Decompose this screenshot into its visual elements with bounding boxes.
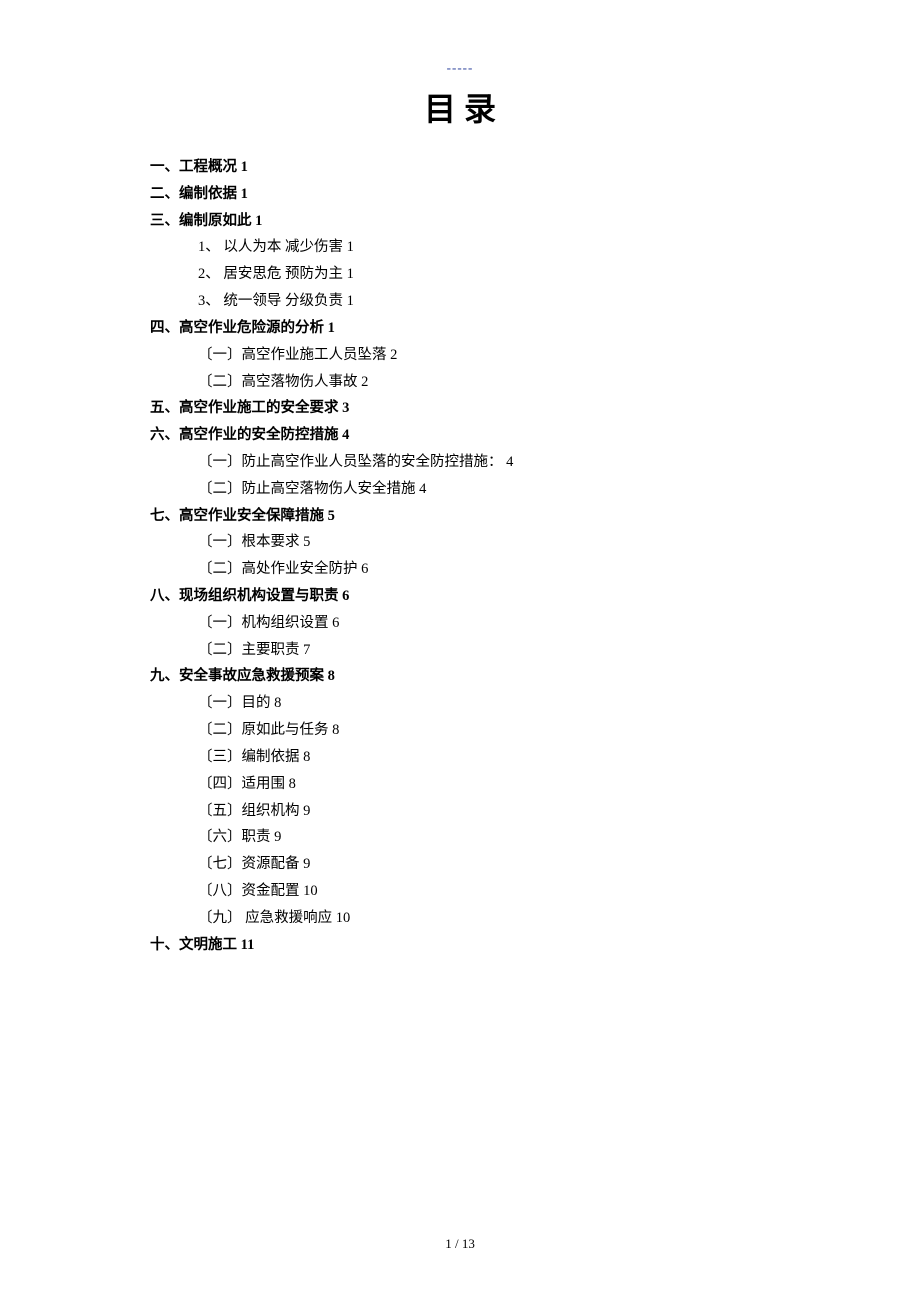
- table-of-contents: 一、工程概况 1二、编制依据 1三、编制原如此 11、 以人为本 减少伤害 12…: [150, 154, 770, 958]
- document-title: 目 录: [150, 84, 770, 130]
- toc-entry: 一、工程概况 1: [150, 154, 770, 181]
- toc-entry-page: 1: [343, 293, 354, 309]
- toc-entry-page: 3: [339, 400, 350, 416]
- toc-entry-text: 二、编制依据: [150, 186, 237, 202]
- toc-entry: 十、文明施工 11: [150, 932, 770, 959]
- toc-entry-text: 〔六〕职责: [198, 829, 271, 845]
- toc-entry: 三、编制原如此 1: [150, 208, 770, 235]
- toc-entry: 〔一〕目的 8: [198, 690, 770, 717]
- toc-entry-page: 5: [300, 534, 311, 550]
- toc-entry: 四、高空作业危险源的分析 1: [150, 315, 770, 342]
- toc-entry-text: 一、工程概况: [150, 159, 237, 175]
- toc-entry-page: 9: [300, 803, 311, 819]
- toc-entry: 六、高空作业的安全防控措施 4: [150, 422, 770, 449]
- toc-entry-page: 4: [416, 481, 427, 497]
- toc-entry-page: 11: [237, 937, 254, 953]
- toc-entry-page: 4: [339, 427, 350, 443]
- toc-entry-page: 8: [300, 749, 311, 765]
- toc-entry-page: 6: [329, 615, 340, 631]
- toc-entry-text: 五、高空作业施工的安全要求: [150, 400, 339, 416]
- toc-entry: 2、 居安思危 预防为主 1: [198, 261, 770, 288]
- toc-entry-text: 〔八〕资金配置: [198, 883, 300, 899]
- toc-entry: 〔一〕机构组织设置 6: [198, 610, 770, 637]
- toc-entry-text: 七、高空作业安全保障措施: [150, 508, 324, 524]
- toc-entry-text: 〔五〕组织机构: [198, 803, 300, 819]
- toc-entry-page: 10: [300, 883, 318, 899]
- toc-entry-text: 十、文明施工: [150, 937, 237, 953]
- header-dash: -----: [150, 60, 770, 76]
- toc-entry: 3、 统一领导 分级负责 1: [198, 288, 770, 315]
- toc-entry-page: 6: [339, 588, 350, 604]
- toc-entry-text: 1、 以人为本 减少伤害: [198, 239, 343, 255]
- toc-entry-text: 九、安全事故应急救援预案: [150, 668, 324, 684]
- toc-entry-text: 〔一〕目的: [198, 695, 271, 711]
- toc-entry: 二、编制依据 1: [150, 181, 770, 208]
- document-page: ----- 目 录 一、工程概况 1二、编制依据 1三、编制原如此 11、 以人…: [0, 0, 920, 958]
- toc-entry: 〔二〕防止高空落物伤人安全措施 4: [198, 476, 770, 503]
- toc-entry: 〔一〕高空作业施工人员坠落 2: [198, 342, 770, 369]
- page-total: 13: [462, 1236, 475, 1251]
- toc-entry: 〔四〕适用围 8: [198, 771, 770, 798]
- toc-entry-text: 〔九〕 应急救援响应: [198, 910, 332, 926]
- toc-entry-page: 10: [332, 910, 350, 926]
- toc-entry-page: 2: [387, 347, 398, 363]
- toc-entry: 五、高空作业施工的安全要求 3: [150, 395, 770, 422]
- toc-entry: 〔一〕根本要求 5: [198, 529, 770, 556]
- toc-entry-page: 1: [237, 159, 248, 175]
- toc-entry-page: 9: [300, 856, 311, 872]
- toc-entry-page: 1: [343, 266, 354, 282]
- toc-entry-text: 〔二〕防止高空落物伤人安全措施: [198, 481, 416, 497]
- toc-entry-text: 八、现场组织机构设置与职责: [150, 588, 339, 604]
- toc-entry-text: 〔一〕防止高空作业人员坠落的安全防控措施：: [198, 454, 503, 470]
- toc-entry: 〔二〕高处作业安全防护 6: [198, 556, 770, 583]
- toc-entry-text: 3、 统一领导 分级负责: [198, 293, 343, 309]
- toc-entry-text: 〔一〕根本要求: [198, 534, 300, 550]
- toc-entry: 〔六〕职责 9: [198, 824, 770, 851]
- toc-entry-text: 〔四〕适用围: [198, 776, 285, 792]
- toc-entry: 九、安全事故应急救援预案 8: [150, 663, 770, 690]
- toc-entry-text: 〔二〕高处作业安全防护: [198, 561, 358, 577]
- toc-entry-text: 三、编制原如此: [150, 213, 252, 229]
- toc-entry-text: 〔七〕资源配备: [198, 856, 300, 872]
- toc-entry: 〔五〕组织机构 9: [198, 798, 770, 825]
- toc-entry-page: 1: [324, 320, 335, 336]
- toc-entry: 〔二〕主要职责 7: [198, 637, 770, 664]
- toc-entry-text: 六、高空作业的安全防控措施: [150, 427, 339, 443]
- toc-entry-text: 〔一〕机构组织设置: [198, 615, 329, 631]
- toc-entry-text: 四、高空作业危险源的分析: [150, 320, 324, 336]
- toc-entry-text: 〔二〕原如此与任务: [198, 722, 329, 738]
- toc-entry-page: 9: [271, 829, 282, 845]
- toc-entry-page: 1: [237, 186, 248, 202]
- toc-entry-page: 8: [285, 776, 296, 792]
- toc-entry-page: 7: [300, 642, 311, 658]
- toc-entry-page: 1: [343, 239, 354, 255]
- toc-entry: 〔七〕资源配备 9: [198, 851, 770, 878]
- toc-entry-text: 〔一〕高空作业施工人员坠落: [198, 347, 387, 363]
- toc-entry: 〔一〕防止高空作业人员坠落的安全防控措施： 4: [198, 449, 770, 476]
- toc-entry-page: 2: [358, 374, 369, 390]
- page-sep: /: [452, 1236, 462, 1251]
- toc-entry-page: 6: [358, 561, 369, 577]
- toc-entry: 1、 以人为本 减少伤害 1: [198, 234, 770, 261]
- toc-entry: 〔二〕高空落物伤人事故 2: [198, 369, 770, 396]
- toc-entry: 〔二〕原如此与任务 8: [198, 717, 770, 744]
- toc-entry: 〔八〕资金配置 10: [198, 878, 770, 905]
- toc-entry-page: 5: [324, 508, 335, 524]
- toc-entry-text: 〔二〕主要职责: [198, 642, 300, 658]
- page-footer: 1 / 13: [0, 1236, 920, 1252]
- toc-entry-page: 8: [324, 668, 335, 684]
- toc-entry-page: 4: [503, 454, 514, 470]
- toc-entry-text: 2、 居安思危 预防为主: [198, 266, 343, 282]
- toc-entry: 八、现场组织机构设置与职责 6: [150, 583, 770, 610]
- toc-entry-text: 〔二〕高空落物伤人事故: [198, 374, 358, 390]
- toc-entry: 〔九〕 应急救援响应 10: [198, 905, 770, 932]
- toc-entry-page: 8: [329, 722, 340, 738]
- toc-entry-page: 1: [252, 213, 263, 229]
- toc-entry-page: 8: [271, 695, 282, 711]
- toc-entry: 〔三〕编制依据 8: [198, 744, 770, 771]
- toc-entry: 七、高空作业安全保障措施 5: [150, 503, 770, 530]
- toc-entry-text: 〔三〕编制依据: [198, 749, 300, 765]
